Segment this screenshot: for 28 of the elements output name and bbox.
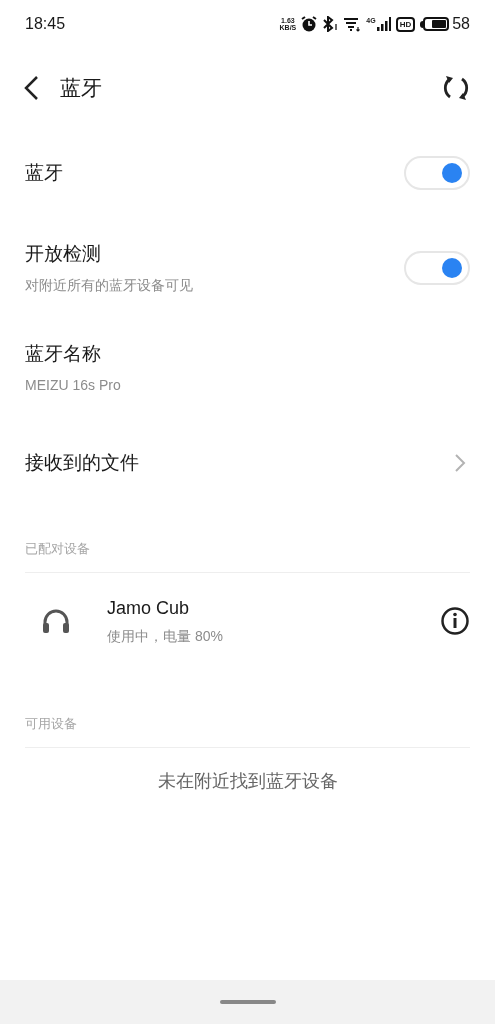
toggle-switch[interactable] bbox=[404, 251, 470, 285]
device-name: Jamo Cub bbox=[107, 597, 191, 620]
bluetooth-icon bbox=[322, 16, 339, 32]
headphones-icon bbox=[42, 608, 70, 634]
home-indicator[interactable] bbox=[219, 1000, 276, 1004]
setting-subtitle: MEIZU 16s Pro bbox=[25, 375, 121, 395]
section-header: 已配对设备 bbox=[25, 541, 90, 556]
device-status: 使用中，电量 80% bbox=[107, 627, 224, 646]
setting-label: 蓝牙 bbox=[25, 160, 63, 185]
info-icon[interactable] bbox=[440, 606, 470, 636]
setting-subtitle: 对附近所有的蓝牙设备可见 bbox=[25, 275, 193, 295]
chevron-right-icon[interactable] bbox=[454, 453, 466, 473]
wifi-icon bbox=[343, 16, 362, 32]
battery-percent: 58 bbox=[452, 14, 470, 34]
alarm-icon bbox=[301, 16, 318, 32]
setting-label: 开放检测 bbox=[25, 242, 102, 267]
setting-label: 蓝牙名称 bbox=[25, 342, 102, 367]
toggle-switch[interactable] bbox=[404, 156, 470, 190]
status-time: 18:45 bbox=[25, 14, 66, 34]
hd-badge: HD bbox=[395, 16, 416, 32]
refresh-icon[interactable] bbox=[442, 74, 470, 102]
setting-label: 接收到的文件 bbox=[25, 450, 139, 475]
page-title: 蓝牙 bbox=[60, 75, 102, 102]
section-header: 可用设备 bbox=[25, 716, 77, 731]
battery-icon bbox=[420, 17, 450, 31]
empty-message: 未在附近找到蓝牙设备 bbox=[157, 770, 338, 793]
device-row[interactable]: Jamo Cub 使用中，电量 80% bbox=[0, 573, 495, 669]
signal-icon bbox=[376, 17, 391, 31]
